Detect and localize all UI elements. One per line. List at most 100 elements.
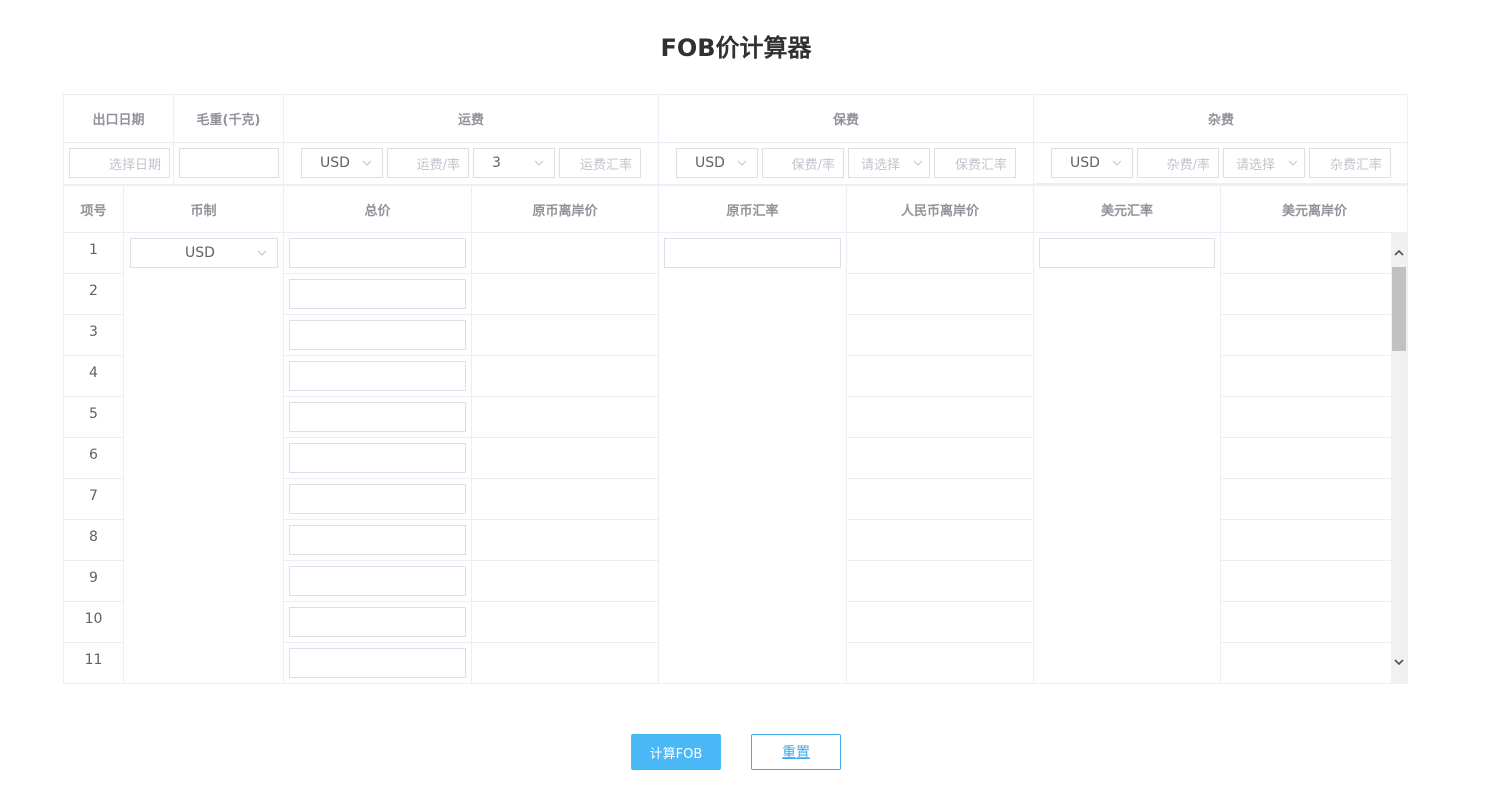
row-divider — [847, 642, 1034, 643]
total-price-input[interactable] — [289, 361, 466, 391]
usd-fx-input[interactable] — [1039, 238, 1215, 268]
total-price-input[interactable] — [289, 648, 466, 678]
misc-mode-select[interactable]: 请选择 — [1223, 148, 1305, 178]
row-divider — [472, 437, 659, 438]
insurance-rate-input[interactable]: 保费/率 — [762, 148, 844, 178]
scroll-up-icon[interactable] — [1394, 249, 1404, 257]
th-currency: 币制 — [124, 186, 284, 233]
total-price-input[interactable] — [289, 443, 466, 473]
row-divider — [1221, 642, 1392, 643]
total-price-input[interactable] — [289, 607, 466, 637]
row-divider — [284, 519, 472, 520]
row-divider — [1221, 396, 1392, 397]
row-divider — [64, 601, 124, 602]
row-divider — [472, 355, 659, 356]
row-divider — [64, 314, 124, 315]
row-number: 6 — [89, 447, 98, 463]
header-export-date: 出口日期 — [64, 95, 174, 143]
orig-fx-input[interactable] — [664, 238, 841, 268]
row-divider — [472, 642, 659, 643]
freight-currency-value: USD — [320, 155, 350, 171]
table-scrollbar[interactable] — [1391, 233, 1407, 684]
th-total-price: 总价 — [284, 186, 472, 233]
freight-currency-select[interactable]: USD — [301, 148, 383, 178]
row-divider — [284, 560, 472, 561]
chevron-down-icon — [1288, 160, 1298, 166]
reset-button[interactable]: 重置 — [751, 734, 841, 770]
orig-fx-column — [659, 233, 847, 684]
row-divider — [284, 478, 472, 479]
chevron-down-icon — [1112, 160, 1122, 166]
calculate-fob-button[interactable]: 计算FOB — [631, 734, 721, 770]
row-divider — [847, 314, 1034, 315]
chevron-down-icon — [362, 160, 372, 166]
header-gross-weight: 毛重(千克) — [174, 95, 284, 143]
row-divider — [64, 478, 124, 479]
total-price-input[interactable] — [289, 525, 466, 555]
row-divider — [64, 396, 124, 397]
insurance-mode-select[interactable]: 请选择 — [848, 148, 930, 178]
total-price-input[interactable] — [289, 484, 466, 514]
row-divider — [1221, 273, 1392, 274]
insurance-mode-placeholder: 请选择 — [861, 157, 901, 173]
th-usd-fx: 美元汇率 — [1034, 186, 1221, 233]
header-misc: 杂费 — [1034, 95, 1408, 143]
freight-mode-select[interactable]: 3 — [473, 148, 555, 178]
total-price-input[interactable] — [289, 320, 466, 350]
header-freight: 运费 — [284, 95, 659, 143]
row-divider — [472, 519, 659, 520]
total-price-input[interactable] — [289, 238, 466, 268]
insurance-currency-value: USD — [695, 155, 725, 171]
row-divider — [1221, 355, 1392, 356]
row-divider — [847, 396, 1034, 397]
misc-mode-placeholder: 请选择 — [1236, 157, 1276, 173]
export-date-input[interactable]: 选择日期 — [69, 148, 170, 178]
chevron-down-icon — [913, 160, 923, 166]
page-title: FOB价计算器 — [660, 34, 812, 62]
row-divider — [1221, 560, 1392, 561]
insurance-fx-input[interactable]: 保费汇率 — [934, 148, 1016, 178]
freight-fx-input[interactable]: 运费汇率 — [559, 148, 641, 178]
row-divider — [284, 355, 472, 356]
row-number: 7 — [89, 488, 98, 504]
gross-weight-input[interactable] — [179, 148, 279, 178]
misc-rate-input[interactable]: 杂费/率 — [1137, 148, 1219, 178]
scrollbar-thumb[interactable] — [1392, 267, 1406, 351]
row-divider — [472, 478, 659, 479]
chevron-down-icon — [534, 160, 544, 166]
row-divider — [472, 601, 659, 602]
insurance-currency-select[interactable]: USD — [676, 148, 758, 178]
th-orig-fx: 原币汇率 — [659, 186, 847, 233]
row-number: 8 — [89, 529, 98, 545]
row-divider — [284, 642, 472, 643]
row-number: 10 — [84, 611, 103, 627]
misc-fx-input[interactable]: 杂费汇率 — [1309, 148, 1391, 178]
row-divider — [847, 560, 1034, 561]
scroll-down-icon[interactable] — [1394, 658, 1404, 666]
row-divider — [284, 273, 472, 274]
total-price-input[interactable] — [289, 566, 466, 596]
usd-fx-column — [1034, 233, 1221, 684]
row-divider — [1221, 601, 1392, 602]
row-divider — [64, 355, 124, 356]
row-currency-select[interactable]: USD — [130, 238, 278, 268]
th-cny-fob: 人民币离岸价 — [847, 186, 1034, 233]
row-divider — [284, 314, 472, 315]
fob-calculator-panel: 出口日期 毛重(千克) 运费 保费 杂费 选择日期 USD 运费/率 3 运费汇… — [63, 94, 1408, 684]
row-number: 11 — [84, 652, 103, 668]
freight-rate-input[interactable]: 运费/率 — [387, 148, 469, 178]
row-divider — [472, 560, 659, 561]
currency-column — [124, 233, 284, 684]
row-divider — [847, 437, 1034, 438]
row-divider — [847, 478, 1034, 479]
total-price-input[interactable] — [289, 279, 466, 309]
misc-currency-select[interactable]: USD — [1051, 148, 1133, 178]
total-price-input[interactable] — [289, 402, 466, 432]
th-orig-fob: 原币离岸价 — [472, 186, 659, 233]
cny-fob-column — [847, 233, 1034, 684]
row-divider — [1221, 437, 1392, 438]
th-item-no: 项号 — [64, 186, 124, 233]
row-divider — [284, 396, 472, 397]
row-divider — [1221, 478, 1392, 479]
th-usd-fob: 美元离岸价 — [1221, 186, 1408, 233]
